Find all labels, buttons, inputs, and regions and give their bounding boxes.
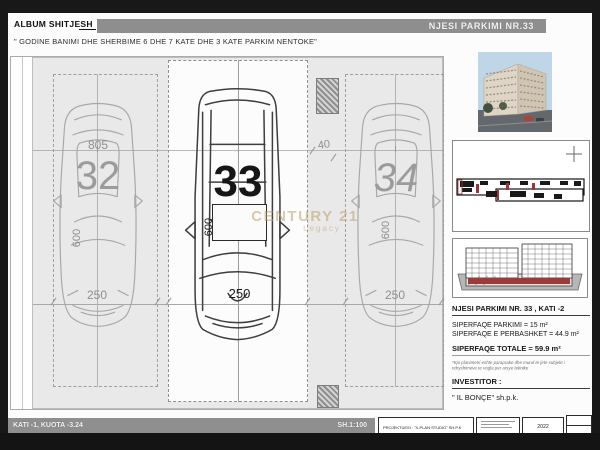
watermark-brand: CENTURY 21 xyxy=(240,208,370,225)
area-parking: SIPERFAQE PARKIMI = 15 m² xyxy=(452,322,590,329)
footer-scale-label: SH.1:100 xyxy=(337,418,367,433)
titleblock-notes-box xyxy=(476,417,520,434)
stall-number-33: 33 xyxy=(200,160,276,204)
dim-600-33: 600 xyxy=(203,207,215,247)
building-render-photo xyxy=(478,52,552,132)
north-cross-icon xyxy=(566,146,582,162)
dim-250-34: 250 xyxy=(370,288,420,302)
titleblock-year: 2022 xyxy=(530,421,556,432)
title-underline xyxy=(79,29,96,30)
fine-print-line xyxy=(481,421,515,422)
titleblock-designer-box: PROJEKTUESI : "X-PLAN STUDIO" SH.P.K xyxy=(378,417,474,434)
footer-level-label: KATI -1, KUOTA -3.24 xyxy=(13,418,83,433)
area-common: SIPERFAQE E PERBASHKET = 44.9 m² xyxy=(452,331,590,338)
revision-divider xyxy=(567,425,591,426)
watermark: CENTURY 21 Legacy xyxy=(240,208,370,233)
titleblock-designer: PROJEKTUESI : "X-PLAN STUDIO" SH.P.K xyxy=(383,425,428,430)
section-drawing xyxy=(452,238,588,298)
dim-805: 805 xyxy=(70,138,126,152)
investor-name: " IL BONÇE" sh.p.k. xyxy=(452,393,590,402)
divider xyxy=(452,315,590,316)
dim-600-34: 600 xyxy=(380,210,392,250)
dim-250-33: 250 xyxy=(212,286,267,301)
car-top-view-32 xyxy=(52,86,144,346)
dim-250-32: 250 xyxy=(72,288,122,302)
unit-banner: NJESI PARKIMI NR.33 xyxy=(97,19,546,33)
investor-label: INVESTITOR : xyxy=(452,377,590,386)
footer-level-bar: KATI -1, KUOTA -3.24 SH.1:100 xyxy=(8,418,375,433)
stall-number-32: 32 xyxy=(60,156,136,196)
stall-number-34: 34 xyxy=(358,158,434,198)
divider xyxy=(452,388,590,389)
disclaimer-text: *Kjo planimetri eshte paraprake dhe mund… xyxy=(452,360,590,371)
sheet-page: ALBUM SHITJESH NJESI PARKIMI NR.33 " GOD… xyxy=(0,0,600,450)
unit-info-title: NJESI PARKIMI NR. 33 , KATI -2 xyxy=(452,304,590,313)
fine-print-line xyxy=(481,427,512,428)
titleblock-year-box: 2022 xyxy=(522,417,564,434)
fine-print-line xyxy=(481,424,509,425)
titleblock-revision-box xyxy=(566,415,592,435)
dim-600-32: 600 xyxy=(71,218,83,258)
column-hatch-top xyxy=(316,78,339,114)
plan-margin-line xyxy=(22,57,23,409)
album-title: ALBUM SHITJESH xyxy=(14,19,93,29)
divider-faint xyxy=(452,355,590,356)
area-total: SIPERFAQE TOTALE = 59.9 m² xyxy=(452,344,590,353)
watermark-sub: Legacy xyxy=(240,224,370,233)
bottom-black-strip xyxy=(0,433,600,450)
project-subtitle: " GODINE BANIMI DHE SHERBIME 6 DHE 7 KAT… xyxy=(14,37,317,46)
column-hatch-bottom xyxy=(317,385,339,408)
keyplan-drawing xyxy=(456,172,586,208)
